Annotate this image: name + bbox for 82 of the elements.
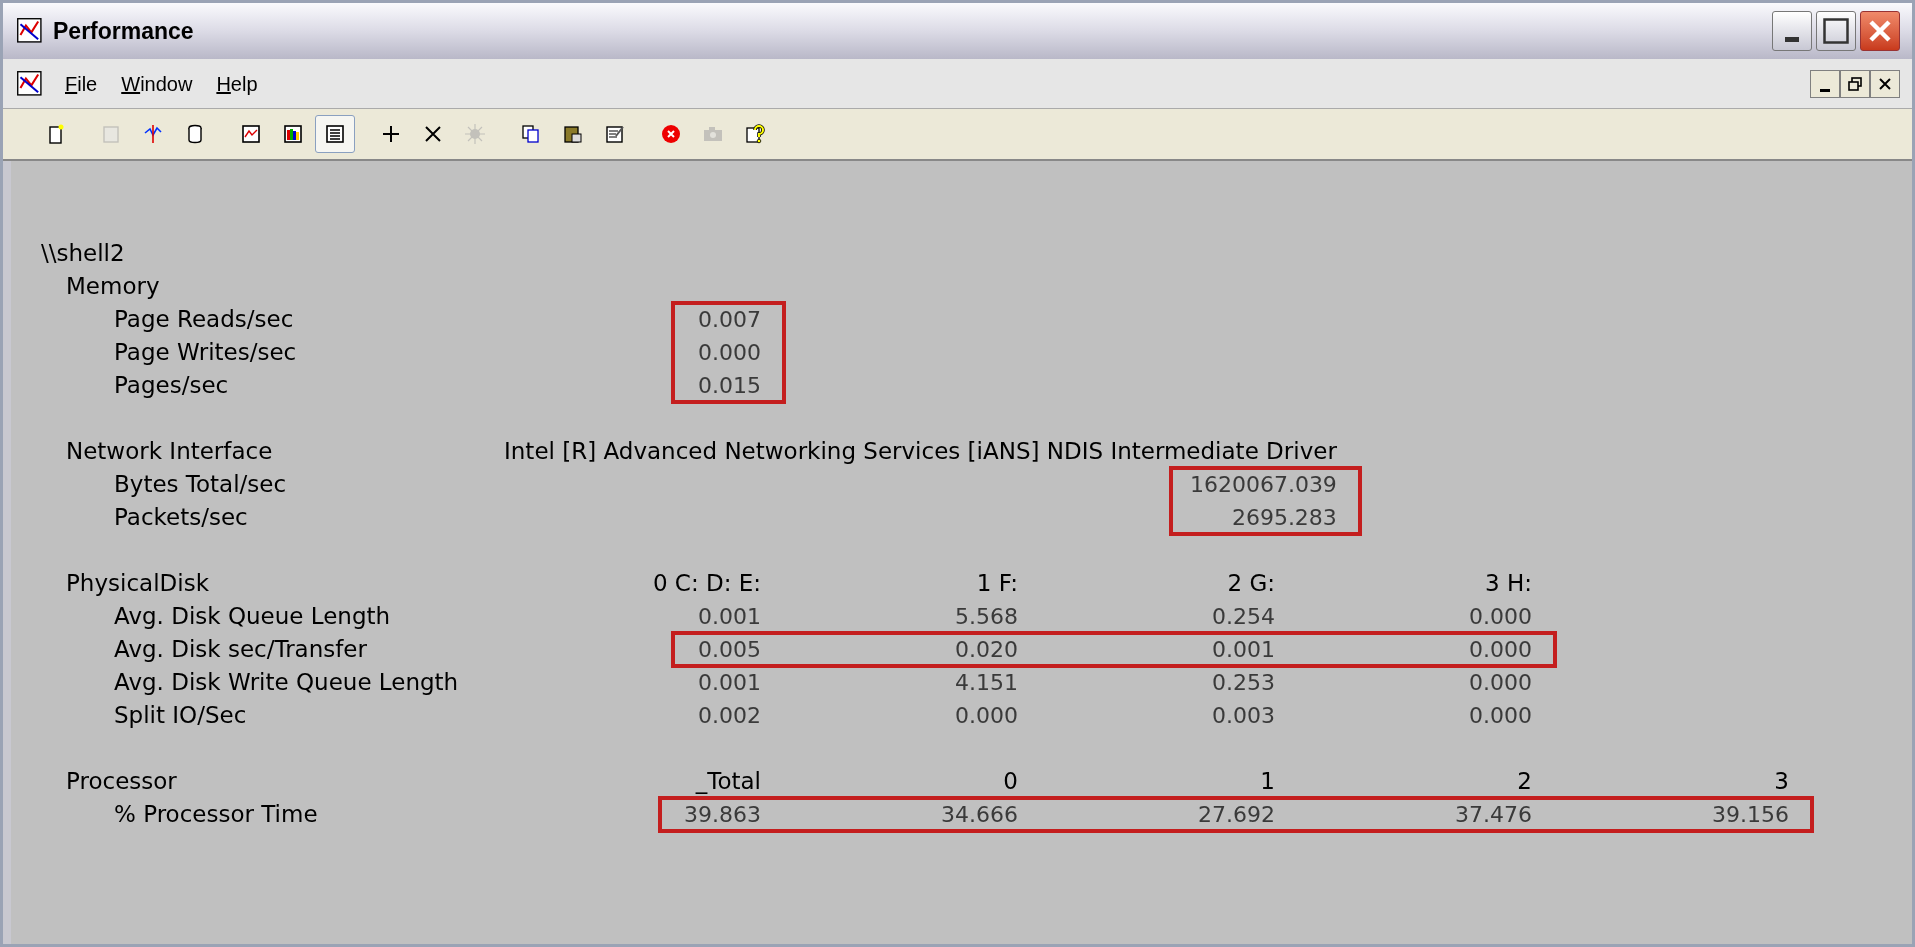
counter-name: Pages/sec bbox=[113, 371, 230, 400]
counter-name: Avg. Disk Write Queue Length bbox=[113, 668, 460, 697]
counter-value: 0.002 bbox=[697, 702, 761, 730]
minimize-icon bbox=[1820, 89, 1830, 92]
close-icon bbox=[1877, 75, 1893, 92]
counter-name: Page Writes/sec bbox=[113, 338, 298, 367]
object-name: Memory bbox=[66, 272, 161, 301]
counter-value: 0.000 bbox=[1468, 702, 1532, 730]
close-icon bbox=[1867, 18, 1893, 44]
counter-name: Page Reads/sec bbox=[113, 305, 295, 334]
instance-name: Intel [R] Advanced Networking Services [iANS] NDIS Intermediate Driver bbox=[504, 437, 1337, 466]
minimize-icon bbox=[1785, 37, 1799, 42]
counter-value: 0.000 bbox=[954, 702, 1018, 730]
app-icon bbox=[15, 16, 45, 46]
counter-value: 34.666 bbox=[940, 801, 1018, 829]
maximize-icon bbox=[1823, 18, 1849, 44]
properties-icon bbox=[604, 123, 626, 145]
copy-icon bbox=[520, 123, 542, 145]
counter-value: 0.000 bbox=[1468, 669, 1532, 697]
counter-value: 2695.283 bbox=[1230, 504, 1337, 532]
line-chart-icon bbox=[240, 123, 262, 145]
instance-name: 0 C: D: E: bbox=[651, 569, 761, 598]
help-icon bbox=[744, 123, 766, 145]
object-name: Network Interface bbox=[66, 437, 274, 466]
counter-value: 0.015 bbox=[697, 372, 761, 400]
report-icon bbox=[324, 123, 346, 145]
instance-name: 1 bbox=[1259, 767, 1275, 796]
counter-value: 27.692 bbox=[1197, 801, 1275, 829]
child-close-button[interactable] bbox=[1870, 69, 1900, 98]
close-button[interactable] bbox=[1860, 11, 1900, 51]
stop-icon bbox=[660, 123, 682, 145]
counter-value: 0.020 bbox=[954, 636, 1018, 664]
menu-item[interactable]: Help bbox=[212, 68, 262, 99]
counter-name: Bytes Total/sec bbox=[113, 470, 288, 499]
instance-name: _Total bbox=[694, 767, 761, 796]
instance-name: 0 bbox=[1002, 767, 1018, 796]
counter-value: 1620067.039 bbox=[1188, 471, 1337, 499]
child-minimize-button[interactable] bbox=[1810, 69, 1840, 98]
bar-chart-icon bbox=[282, 123, 304, 145]
app-icon bbox=[15, 68, 45, 99]
counter-value: 5.568 bbox=[954, 603, 1018, 631]
computer-name: \\shell2 bbox=[41, 239, 126, 268]
blank-page-icon bbox=[100, 123, 122, 145]
counter-name: Avg. Disk sec/Transfer bbox=[113, 635, 368, 664]
instance-name: 3 bbox=[1773, 767, 1789, 796]
counter-value: 0.000 bbox=[1468, 636, 1532, 664]
spark-icon bbox=[142, 123, 164, 145]
menu-item[interactable]: File bbox=[61, 68, 102, 99]
counter-name: Split IO/Sec bbox=[113, 701, 248, 730]
counter-value: 37.476 bbox=[1454, 801, 1532, 829]
counter-value: 0.001 bbox=[1211, 636, 1275, 664]
counter-value: 0.253 bbox=[1211, 669, 1275, 697]
counter-value: 4.151 bbox=[954, 669, 1018, 697]
counter-value: 0.001 bbox=[697, 669, 761, 697]
child-restore-button[interactable] bbox=[1840, 69, 1870, 98]
counter-value: 0.005 bbox=[697, 636, 761, 664]
instance-name: 2 G: bbox=[1226, 569, 1275, 598]
plus-icon bbox=[380, 123, 402, 145]
paste-icon bbox=[562, 123, 584, 145]
counter-value: 0.007 bbox=[697, 306, 761, 334]
counter-name: Avg. Disk Queue Length bbox=[113, 602, 392, 631]
counter-name: Packets/sec bbox=[113, 503, 249, 532]
restore-icon bbox=[1847, 75, 1863, 92]
minimize-button[interactable] bbox=[1772, 11, 1812, 51]
counter-value: 0.001 bbox=[697, 603, 761, 631]
counter-value: 0.003 bbox=[1211, 702, 1275, 730]
instance-name: 2 bbox=[1516, 767, 1532, 796]
window-title: Performance bbox=[53, 16, 194, 46]
counter-value: 39.863 bbox=[683, 801, 761, 829]
counter-value: 0.000 bbox=[697, 339, 761, 367]
object-name: PhysicalDisk bbox=[66, 569, 210, 598]
sunburst-icon bbox=[464, 123, 486, 145]
counter-value: 0.254 bbox=[1211, 603, 1275, 631]
instance-name: 1 F: bbox=[975, 569, 1018, 598]
maximize-button[interactable] bbox=[1816, 11, 1856, 51]
toolbar-button[interactable] bbox=[315, 115, 355, 153]
counter-value: 39.156 bbox=[1711, 801, 1789, 829]
menu-item[interactable]: Window bbox=[117, 68, 197, 99]
counter-name: % Processor Time bbox=[113, 800, 319, 829]
counter-value: 0.000 bbox=[1468, 603, 1532, 631]
object-name: Processor bbox=[66, 767, 178, 796]
instance-name: 3 H: bbox=[1484, 569, 1532, 598]
